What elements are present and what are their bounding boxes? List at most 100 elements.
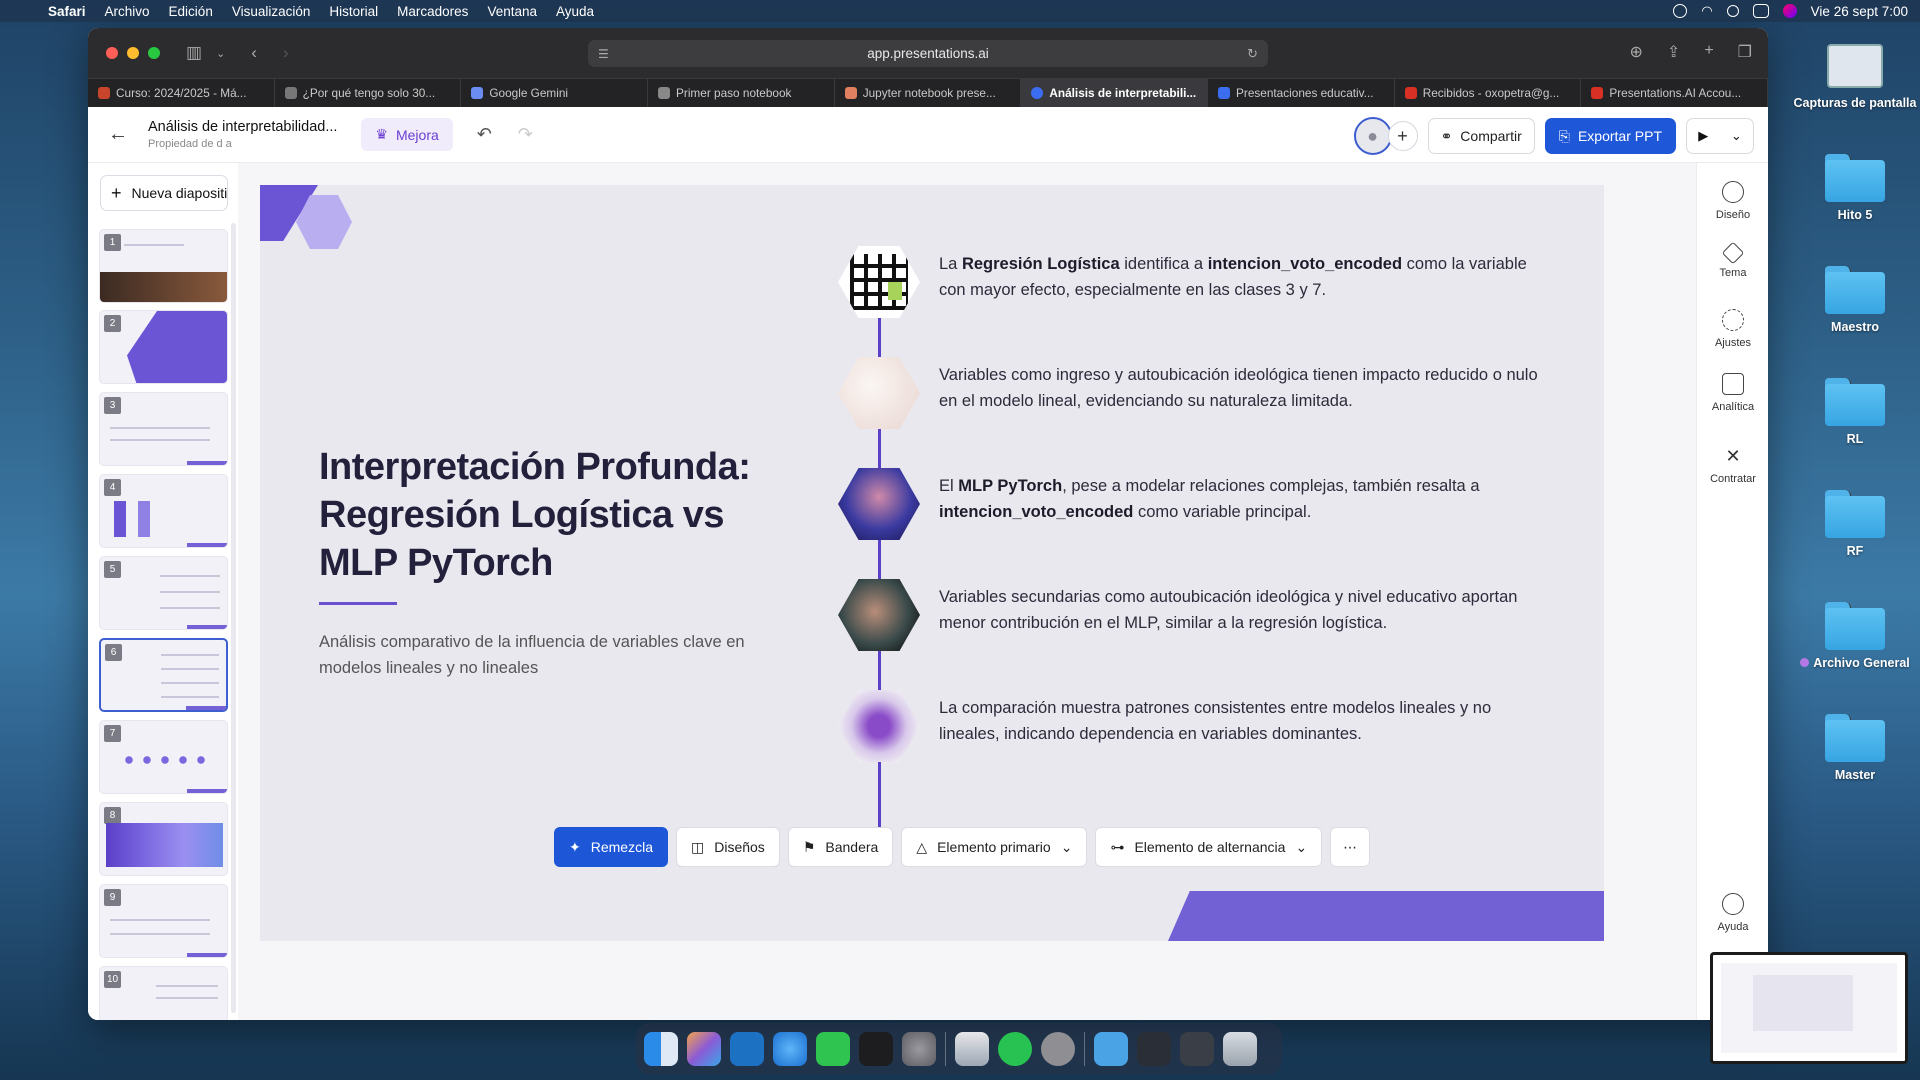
new-slide-button[interactable]: + Nueva diapositiva [100, 175, 228, 211]
layouts-button[interactable]: ◫ Diseños [675, 827, 780, 867]
safari-icon[interactable] [773, 1032, 807, 1066]
facetime-icon[interactable] [816, 1032, 850, 1066]
close-window-button[interactable] [106, 47, 118, 59]
export-ppt-button[interactable]: ⎘ Exportar PPT [1544, 118, 1676, 154]
help-tool[interactable]: Ayuda [1697, 893, 1768, 933]
back-arrow-icon[interactable]: ← [108, 123, 132, 146]
menu-item-historial[interactable]: Historial [329, 4, 378, 19]
browser-tab[interactable]: Curso: 2024/2025 - Má... [88, 79, 275, 107]
brain-icon[interactable] [838, 690, 920, 762]
minimize-window-button[interactable] [127, 47, 139, 59]
toggle-element-dropdown[interactable]: ⊶ Elemento de alternancia ⌄ [1095, 827, 1323, 867]
play-status-icon[interactable] [1673, 4, 1688, 18]
menu-app[interactable]: Safari [48, 4, 86, 19]
insight-text-5[interactable]: La comparación muestra patrones consiste… [939, 696, 1539, 747]
avatar[interactable]: ● [1353, 117, 1392, 155]
browser-tab[interactable]: Presentations.AI Accou... [1581, 79, 1768, 107]
spotlight-icon[interactable] [1726, 5, 1739, 17]
chevron-down-icon[interactable]: ⌄ [216, 47, 225, 60]
whatsapp-icon[interactable] [998, 1032, 1032, 1066]
browser-tab-active[interactable]: Análisis de interpretabili... [1021, 79, 1209, 107]
more-options-button[interactable]: ⋯ [1330, 827, 1371, 867]
desktop-folder-hito5[interactable]: Hito 5 [1790, 154, 1920, 222]
screenshot-preview-thumbnail[interactable] [1710, 952, 1908, 1064]
add-collaborator-button[interactable]: + [1387, 121, 1418, 151]
share-icon[interactable]: ⇪ [1667, 42, 1680, 62]
system-settings-icon[interactable] [902, 1032, 936, 1066]
browser-tab[interactable]: Primer paso notebook [648, 79, 835, 107]
insight-text-4[interactable]: Variables secundarias como autoubicación… [939, 585, 1539, 636]
redo-icon[interactable]: ↷ [518, 124, 533, 145]
launchpad-icon[interactable] [687, 1032, 721, 1066]
menu-item-ayuda[interactable]: Ayuda [556, 4, 594, 19]
desktop-folder-master[interactable]: Master [1790, 714, 1920, 782]
slide-thumbnail-10[interactable]: 10 [99, 966, 228, 1020]
insight-text-2[interactable]: Variables como ingreso y autoubicación i… [939, 363, 1539, 414]
page-settings-icon[interactable]: ☰ [598, 47, 609, 61]
theme-tool[interactable]: Tema [1697, 241, 1768, 279]
vscode-icon[interactable] [730, 1032, 764, 1066]
apple-icon[interactable] [12, 3, 26, 19]
primary-element-dropdown[interactable]: △ Elemento primario ⌄ [901, 827, 1088, 867]
slide-title[interactable]: Interpretación Profunda: Regresión Logís… [319, 443, 779, 587]
reload-icon[interactable]: ↻ [1247, 46, 1258, 62]
analytics-tool[interactable]: Analítica [1697, 373, 1768, 413]
slide-thumbnail-8[interactable]: 8 [99, 802, 228, 876]
remix-button[interactable]: ✦ Remezcla [554, 827, 668, 867]
menu-item-archivo[interactable]: Archivo [105, 4, 150, 19]
menu-clock[interactable]: Vie 26 sept 7:00 [1811, 4, 1908, 19]
insight-text-3[interactable]: El MLP PyTorch, pese a modelar relacione… [939, 474, 1539, 525]
slide-thumbnail-5[interactable]: 5 [99, 556, 228, 630]
upgrade-button[interactable]: ♛ Mejora [361, 118, 453, 151]
slide-thumbnail-1[interactable]: 1 [99, 229, 228, 303]
downloads-icon[interactable]: ⊕ [1630, 42, 1643, 62]
settings-tool[interactable]: Ajustes [1697, 309, 1768, 349]
browser-tab[interactable]: Jupyter notebook prese... [835, 79, 1022, 107]
slide-thumbnail-9[interactable]: 9 [99, 884, 228, 958]
desktop-folder-archivo-general[interactable]: Archivo General [1790, 602, 1920, 670]
wifi-icon[interactable]: ◠ [1701, 3, 1712, 19]
siri-icon[interactable] [1782, 4, 1797, 18]
terminal-icon[interactable] [859, 1032, 893, 1066]
present-button[interactable]: ▶ ⌄ [1686, 118, 1754, 154]
menu-item-marcadores[interactable]: Marcadores [397, 4, 468, 19]
slide-thumbnail-6[interactable]: 6 [99, 638, 228, 712]
slide-thumbnail-4[interactable]: 4 [99, 474, 228, 548]
recent-window-icon[interactable] [1137, 1032, 1171, 1066]
menu-item-ventana[interactable]: Ventana [487, 4, 537, 19]
forward-nav-icon[interactable]: › [283, 43, 289, 63]
menu-item-edicion[interactable]: Edición [169, 4, 213, 19]
address-bar[interactable]: ☰ app.presentations.ai ↻ [588, 40, 1268, 67]
slide-thumbnail-2[interactable]: 2 [99, 310, 228, 384]
play-icon[interactable]: ▶ [1698, 128, 1708, 144]
menu-item-visualizacion[interactable]: Visualización [232, 4, 311, 19]
desktop-folder-rf[interactable]: RF [1790, 490, 1920, 558]
preview-app-icon[interactable] [955, 1032, 989, 1066]
finder-icon[interactable] [644, 1032, 678, 1066]
browser-tab[interactable]: Presentaciones educativ... [1208, 79, 1395, 107]
document-title-block[interactable]: Análisis de interpretabilidad... Propied… [148, 119, 337, 150]
zoom-window-button[interactable] [148, 47, 160, 59]
browser-tab[interactable]: ¿Por qué tengo solo 30... [275, 79, 462, 107]
grid-image-icon[interactable] [838, 246, 920, 318]
trash-icon[interactable] [1223, 1032, 1257, 1066]
chevron-down-icon[interactable]: ⌄ [1731, 128, 1742, 144]
undo-icon[interactable]: ↶ [477, 124, 492, 145]
sidebar-toggle-icon[interactable]: ▥ [186, 43, 202, 63]
hire-tool[interactable]: ✕ Contratar [1697, 445, 1768, 485]
downloads-folder-icon[interactable] [1094, 1032, 1128, 1066]
slide-thumbnail-7[interactable]: 7 [99, 720, 228, 794]
head-sculpture-icon[interactable] [838, 579, 920, 651]
recent-window-icon[interactable] [1180, 1032, 1214, 1066]
design-tool[interactable]: Diseño [1697, 181, 1768, 221]
browser-tab[interactable]: Google Gemini [461, 79, 649, 107]
desktop-item-screenshots[interactable]: Capturas de pantalla [1790, 44, 1920, 110]
back-nav-icon[interactable]: ‹ [251, 43, 257, 63]
desktop-folder-rl[interactable]: RL [1790, 378, 1920, 446]
control-center-icon[interactable] [1752, 4, 1769, 18]
desktop-folder-maestro[interactable]: Maestro [1790, 266, 1920, 334]
chart-photo-icon[interactable] [838, 357, 920, 429]
tab-overview-icon[interactable]: ❐ [1738, 42, 1752, 62]
sidebar-scrollbar[interactable] [231, 223, 236, 1013]
share-button[interactable]: ⚭ Compartir [1427, 118, 1535, 154]
